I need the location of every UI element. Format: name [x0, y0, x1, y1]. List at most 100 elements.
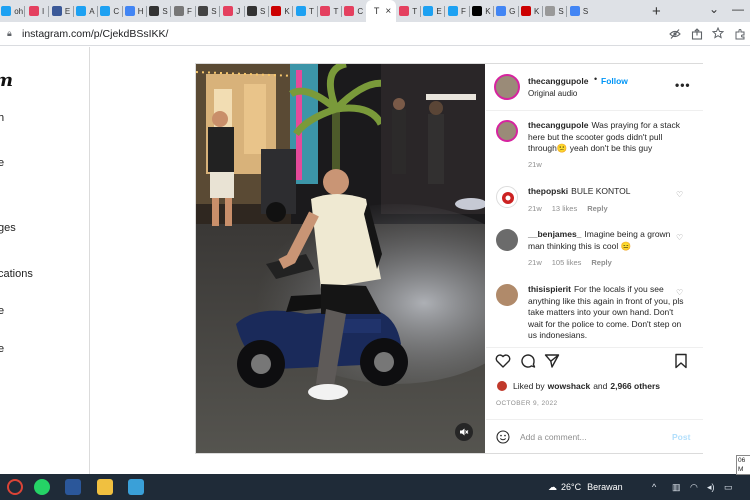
sidebar-item-search[interactable]: h: [0, 112, 4, 124]
sidebar-item-explore[interactable]: e: [0, 157, 4, 169]
browser-tab[interactable]: F: [171, 0, 195, 22]
browser-tab[interactable]: T: [396, 0, 420, 22]
browser-tab[interactable]: E: [420, 0, 444, 22]
comment-username[interactable]: __benjames_: [528, 229, 581, 239]
tab-favicon-icon: [100, 6, 111, 16]
volume-icon[interactable]: ◂): [707, 482, 715, 493]
bookmark-star-icon[interactable]: [712, 27, 724, 39]
browser-tab[interactable]: G: [494, 0, 518, 22]
browser-tab[interactable]: A: [73, 0, 97, 22]
author-avatar[interactable]: [494, 74, 520, 100]
liked-by-user[interactable]: wowshack: [548, 381, 591, 391]
caption-avatar[interactable]: [496, 120, 518, 142]
browser-tab[interactable]: T: [293, 0, 317, 22]
original-audio-link[interactable]: Original audio: [528, 89, 577, 98]
tab-label: C: [113, 6, 120, 16]
tab-label: T: [333, 6, 339, 16]
battery-icon[interactable]: ▭: [724, 482, 733, 493]
post-date[interactable]: OCTOBER 9, 2022: [496, 400, 558, 407]
comment-avatar[interactable]: [496, 229, 518, 251]
comment-icon[interactable]: [520, 353, 536, 369]
like-comment-heart-icon[interactable]: ♡: [676, 288, 683, 297]
comment-avatar[interactable]: [496, 284, 518, 306]
sidebar-item-create[interactable]: e: [0, 305, 4, 317]
tab-favicon-icon: [344, 6, 355, 16]
save-bookmark-icon[interactable]: [674, 353, 688, 369]
browser-tab[interactable]: K: [268, 0, 292, 22]
reply-button[interactable]: Reply: [587, 204, 607, 213]
file-explorer-taskbar-icon[interactable]: [97, 479, 113, 495]
add-comment-input[interactable]: Add a comment...: [520, 432, 587, 442]
browser-tab[interactable]: K: [518, 0, 542, 22]
browser-tab[interactable]: oh: [0, 0, 24, 22]
url-text[interactable]: instagram.com/p/CjekdBSsIKK/: [22, 28, 168, 40]
share-icon[interactable]: [691, 28, 703, 40]
like-comment-heart-icon[interactable]: ♡: [676, 233, 683, 242]
browser-tab[interactable]: I: [24, 0, 48, 22]
reply-button[interactable]: Reply: [591, 258, 611, 267]
comment-time[interactable]: 21w: [528, 258, 542, 267]
post-comment-button[interactable]: Post: [672, 432, 690, 442]
browser-tab[interactable]: C: [98, 0, 122, 22]
instagram-logo[interactable]: m: [0, 70, 13, 91]
word-taskbar-icon[interactable]: [65, 479, 81, 495]
minimize-icon[interactable]: —: [732, 2, 744, 16]
caption-username[interactable]: thecanggupole: [528, 120, 588, 130]
comment-time[interactable]: 21w: [528, 204, 542, 213]
follow-button[interactable]: Follow: [601, 76, 628, 86]
browser-tab[interactable]: T: [317, 0, 341, 22]
more-options-icon[interactable]: •••: [675, 78, 691, 92]
heart-icon[interactable]: [495, 353, 511, 369]
browser-tab[interactable]: F: [445, 0, 469, 22]
tab-label: F: [461, 6, 466, 16]
browser-tab[interactable]: H: [122, 0, 146, 22]
liker-avatar[interactable]: [496, 380, 508, 392]
comment-username[interactable]: thepopski: [528, 186, 568, 196]
eye-off-icon[interactable]: [669, 28, 681, 40]
chrome-taskbar-icon[interactable]: [7, 479, 23, 495]
browser-tab[interactable]: S: [244, 0, 268, 22]
speaker-muted-icon: [460, 428, 469, 436]
close-tab-icon[interactable]: ×: [385, 6, 391, 17]
emoji-icon[interactable]: [496, 430, 510, 444]
extension-icon[interactable]: [734, 28, 746, 40]
caption-time[interactable]: 21w: [528, 160, 542, 169]
whatsapp-taskbar-icon[interactable]: [34, 479, 50, 495]
tab-favicon-icon: [521, 6, 532, 16]
browser-tab[interactable]: K: [469, 0, 493, 22]
like-comment-heart-icon[interactable]: ♡: [676, 190, 683, 199]
post-video[interactable]: [196, 64, 485, 453]
post-actions: [486, 347, 703, 369]
wifi-icon[interactable]: ◠: [690, 482, 698, 493]
comment-avatar[interactable]: [496, 186, 518, 208]
sidebar-item-profile[interactable]: e: [0, 343, 4, 355]
sidebar-item-notifications[interactable]: cations: [0, 268, 33, 280]
taskbar-clock[interactable]: 06 M Mo: [736, 455, 750, 475]
browser-tab[interactable]: S: [567, 0, 591, 22]
app-taskbar-icon[interactable]: [128, 479, 144, 495]
browser-tab[interactable]: S: [195, 0, 219, 22]
browser-tab[interactable]: J: [220, 0, 244, 22]
tab-label: J: [236, 6, 241, 16]
comment-likes[interactable]: 105 likes: [552, 258, 582, 267]
chevron-down-icon[interactable]: ⌄: [709, 2, 719, 16]
new-tab-button[interactable]: +: [652, 3, 661, 20]
mute-button[interactable]: [455, 423, 473, 441]
network-icon[interactable]: ▥: [672, 482, 681, 493]
comment-likes[interactable]: 13 likes: [552, 204, 577, 213]
sidebar-item-messages[interactable]: ges: [0, 222, 16, 234]
liked-by-count[interactable]: 2,966 others: [610, 381, 660, 391]
browser-tab[interactable]: S: [542, 0, 566, 22]
weather-widget[interactable]: ☁ 26°C Berawan: [548, 482, 623, 493]
browser-tab[interactable]: T ×: [366, 0, 396, 22]
share-plane-icon[interactable]: [544, 353, 560, 369]
address-bar[interactable]: 🔒︎ instagram.com/p/CjekdBSsIKK/: [0, 22, 750, 46]
comment-username[interactable]: thisispierit: [528, 284, 571, 294]
tab-favicon-icon: [124, 6, 135, 16]
browser-tab[interactable]: S: [146, 0, 170, 22]
instagram-sidebar: m h e ges cations e e: [0, 47, 90, 474]
chevron-up-icon[interactable]: ^: [652, 482, 656, 492]
browser-tab[interactable]: C: [342, 0, 366, 22]
browser-tab[interactable]: E: [49, 0, 73, 22]
author-username[interactable]: thecanggupole: [528, 76, 588, 86]
